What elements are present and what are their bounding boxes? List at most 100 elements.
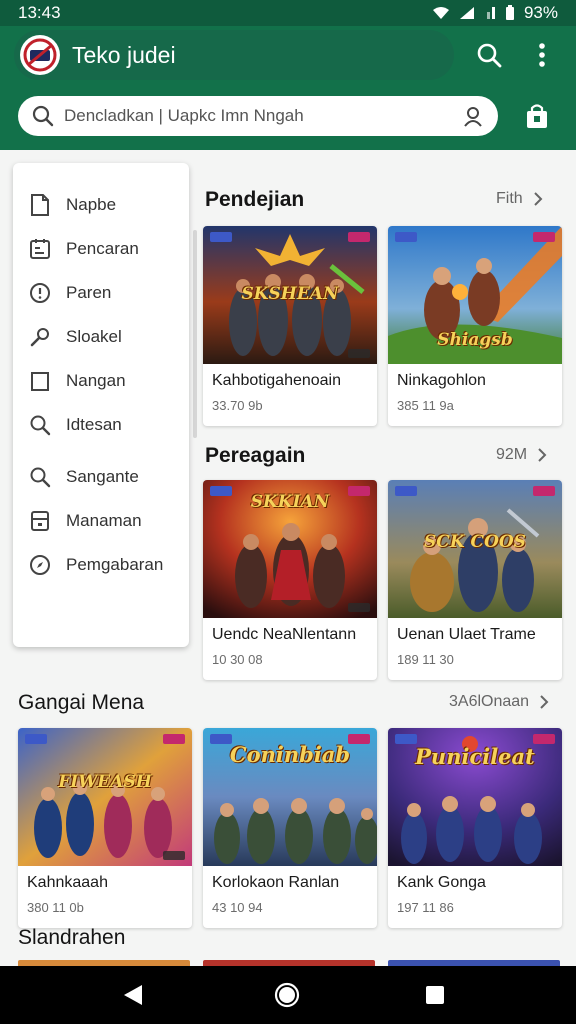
title-pill: Teko judei [14,30,454,80]
drawer-item-pemgabaran[interactable]: Pemgabaran [13,543,189,587]
game-logo-text: Punicileat [415,744,535,769]
game-title: Ninkagohlon [397,372,486,389]
section-title: Pendejian [205,188,305,211]
game-meta: 385 11 9a [397,398,454,413]
drawer-item-label: Sloakel [66,327,122,346]
game-card[interactable]: SCK COOS Uenan Ulaet Trame 189 11 30 [388,480,562,680]
drawer-item-manaman[interactable]: Manaman [13,499,189,543]
search-icon [32,105,54,127]
app-bar: Teko judei [0,26,576,150]
drawer-item-nangan[interactable]: Nangan [13,359,189,403]
game-logo-text: SCK COOS [424,532,526,552]
game-meta: 43 10 94 [212,900,263,915]
game-meta: 33.70 9b [212,398,263,413]
game-logo-text: SKKIAN [250,492,330,512]
nav-back-button[interactable] [116,978,150,1012]
game-thumbnail: SCK COOS [388,480,562,618]
search-input[interactable] [64,106,462,126]
game-card[interactable]: Coninbiab Korlokaon Ranlan 43 10 94 [203,728,377,928]
search-icon [477,43,502,68]
game-meta: 380 11 0b [27,900,84,915]
game-title: Kahnkaaah [27,874,108,891]
drawer-item-napbe[interactable]: Napbe [13,183,189,227]
drawer-item-label: Sangante [66,467,139,486]
drawer-item-label: Napbe [66,195,117,214]
section-link-label: 92M [496,446,528,463]
wifi-icon [432,7,449,19]
home-icon [274,982,300,1008]
game-card[interactable]: Shiagsb Ninkagohlon 385 11 9a [388,226,562,426]
game-title: Uendc NeaNlentann [212,626,357,643]
game-thumbnail: Coninbiab [203,728,377,866]
game-title: Korlokaon Ranlan [212,874,340,891]
nav-home-button[interactable] [270,978,304,1012]
drawer-scroll-indicator[interactable] [193,230,197,438]
status-bar: 13:43 93% [0,0,576,26]
navigation-drawer: Napbe Pencaran Paren Sloakel Nangan Idte… [13,163,189,647]
section-more-link[interactable]: Fith [496,190,543,208]
game-thumbnail: SKSHEAN [203,226,377,364]
section-title: Slandrahen [18,926,126,949]
chevron-right-icon [540,695,549,709]
drawer-item-label: Pemgabaran [66,555,164,574]
game-title: Uenan Ulaet Trame [397,626,536,643]
game-card[interactable]: Punicileat Kank Gonga 197 11 86 [388,728,562,928]
chevron-right-icon [538,448,547,462]
user-icon[interactable] [462,105,484,127]
drawer-item-label: Manaman [66,511,142,530]
drawer-item-sangante[interactable]: Sangante [13,455,189,499]
document-icon [28,193,52,217]
game-logo-text: SKSHEAN [241,284,339,304]
wallet-icon [28,509,52,533]
battery-icon [505,5,514,20]
game-card[interactable]: SKKIAN Uendc NeaNlentann 10 30 08 [203,480,377,680]
status-time: 13:43 [18,3,61,22]
more-vert-icon [539,43,545,67]
shopping-bag-icon [527,104,547,128]
section-title: Gangai Mena [18,691,145,714]
chevron-right-icon [533,192,543,206]
section-link-label: Fith [496,190,523,207]
status-icons: 93% [432,3,558,23]
game-title: Kahbotigahenoain [212,372,342,389]
nav-recents-button[interactable] [418,978,452,1012]
signal-icon [459,7,474,19]
battery-level: 93% [523,3,558,22]
game-logo-text: Coninbiab [229,742,351,767]
recents-icon [426,986,444,1004]
section-more-link[interactable]: 92M [496,446,547,464]
store-button[interactable] [519,98,555,134]
search-button[interactable] [471,37,507,73]
drawer-item-paren[interactable]: Paren [13,271,189,315]
drawer-item-label: Paren [66,283,112,302]
drawer-item-label: Nangan [66,371,126,390]
square-icon [28,369,52,393]
calendar-list-icon [28,237,52,261]
drawer-item-sloakel[interactable]: Sloakel [13,315,189,359]
game-meta: 10 30 08 [212,652,263,667]
more-options-button[interactable] [524,37,560,73]
back-icon [124,985,142,1005]
system-nav-bar [0,966,576,1024]
game-thumbnail: Shiagsb [388,226,562,364]
game-title: Kank Gonga [397,874,486,891]
compass-icon [28,553,52,577]
game-card[interactable]: SKSHEAN Kahbotigahenoain 33.70 9b [203,226,377,426]
game-meta: 197 11 86 [397,900,454,915]
drawer-item-pencaran[interactable]: Pencaran [13,227,189,271]
drawer-item-label: Pencaran [66,239,139,258]
search-icon [28,465,52,489]
game-card[interactable]: FIWEASH Kahnkaaah 380 11 0b [18,728,192,928]
section-link-label: 3A6lOnaan [449,693,530,710]
search-bar[interactable] [18,96,498,136]
drawer-item-idtesan[interactable]: Idtesan [13,403,189,447]
section-more-link[interactable]: 3A6lOnaan [449,693,549,711]
app-logo[interactable] [20,35,60,75]
search-icon [28,413,52,437]
game-thumbnail: SKKIAN [203,480,377,618]
game-logo-text: Shiagsb [437,330,513,350]
game-logo-text: FIWEASH [58,772,152,792]
game-thumbnail: Punicileat [388,728,562,866]
app-logo-icon [23,38,57,72]
game-thumbnail: FIWEASH [18,728,192,866]
